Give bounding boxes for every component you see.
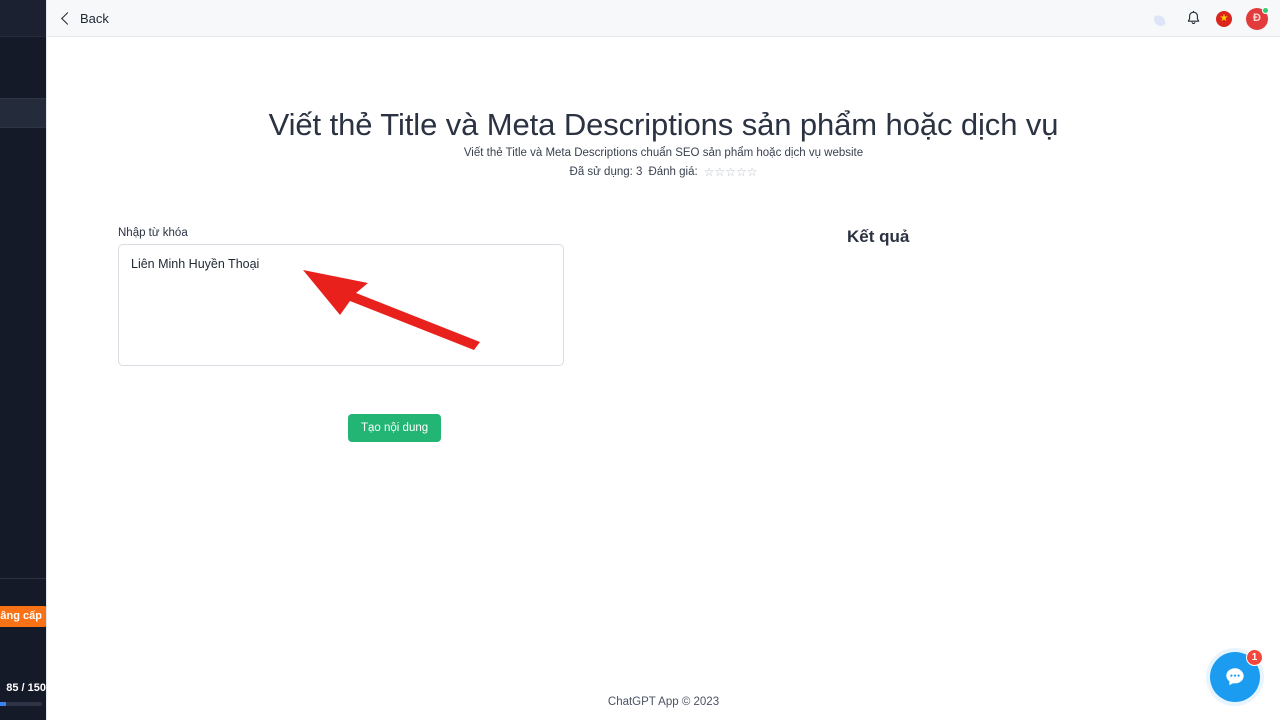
vietnam-flag-icon[interactable]: ★ — [1216, 10, 1232, 27]
sidebar-item-1[interactable] — [0, 38, 46, 68]
upgrade-button[interactable]: Nâng cấp — [0, 606, 46, 627]
page-subtitle: Viết thẻ Title và Meta Descriptions chuẩ… — [463, 147, 864, 159]
sidebar-nav — [0, 38, 46, 188]
chevron-left-icon — [61, 12, 74, 25]
keyword-textarea[interactable] — [118, 244, 564, 366]
back-button-label: Back — [80, 11, 109, 26]
result-title: Kết quả — [847, 227, 910, 246]
user-menu[interactable]: Đ — [1246, 6, 1269, 30]
app-root: Nâng cấp 85 / 150 Back ★ Đ — [0, 0, 1280, 720]
chat-widget-button[interactable]: 1 — [1206, 648, 1264, 706]
usage-count: Đã sử dụng: 3 — [569, 166, 643, 178]
moon-icon — [1151, 9, 1171, 28]
top-bar: Back ★ Đ — [47, 0, 1280, 37]
main-content: Viết thẻ Title và Meta Descriptions sản … — [47, 37, 1280, 720]
quota-progress-bar — [0, 702, 42, 706]
sidebar-item-5[interactable] — [0, 158, 46, 188]
bell-icon — [1187, 10, 1199, 24]
online-status-dot — [1262, 6, 1269, 14]
dark-mode-toggle[interactable] — [1151, 9, 1171, 28]
sidebar-item-2[interactable] — [0, 68, 46, 98]
result-panel: Kết quả — [847, 227, 1227, 247]
sidebar-divider — [0, 578, 46, 579]
top-bar-actions: ★ Đ — [1151, 0, 1269, 37]
rating-stars[interactable]: ☆☆☆☆☆ — [704, 165, 758, 179]
sidebar-item-4[interactable] — [0, 128, 46, 158]
sidebar-item-active[interactable] — [0, 98, 46, 128]
generate-content-button[interactable]: Tạo nội dung — [348, 414, 442, 442]
notifications-button[interactable] — [1184, 10, 1202, 28]
rating-label: Đánh giá: — [648, 166, 698, 178]
sidebar-brand-strip — [0, 0, 46, 37]
chat-unread-badge: 1 — [1246, 649, 1263, 666]
input-panel: Nhập từ khóa Tạo nội dung — [118, 227, 618, 442]
keyword-label: Nhập từ khóa — [118, 227, 188, 239]
quota-progress-fill — [0, 702, 6, 706]
quota-counter: 85 / 150 — [6, 682, 46, 694]
page-title: Viết thẻ Title và Meta Descriptions sản … — [268, 107, 1059, 142]
page-meta: Đã sử dụng: 3 Đánh giá: ☆☆☆☆☆ — [47, 165, 1280, 179]
sidebar: Nâng cấp 85 / 150 — [0, 0, 47, 720]
back-button[interactable]: Back — [61, 0, 109, 37]
footer: ChatGPT App © 2023 — [607, 696, 720, 708]
